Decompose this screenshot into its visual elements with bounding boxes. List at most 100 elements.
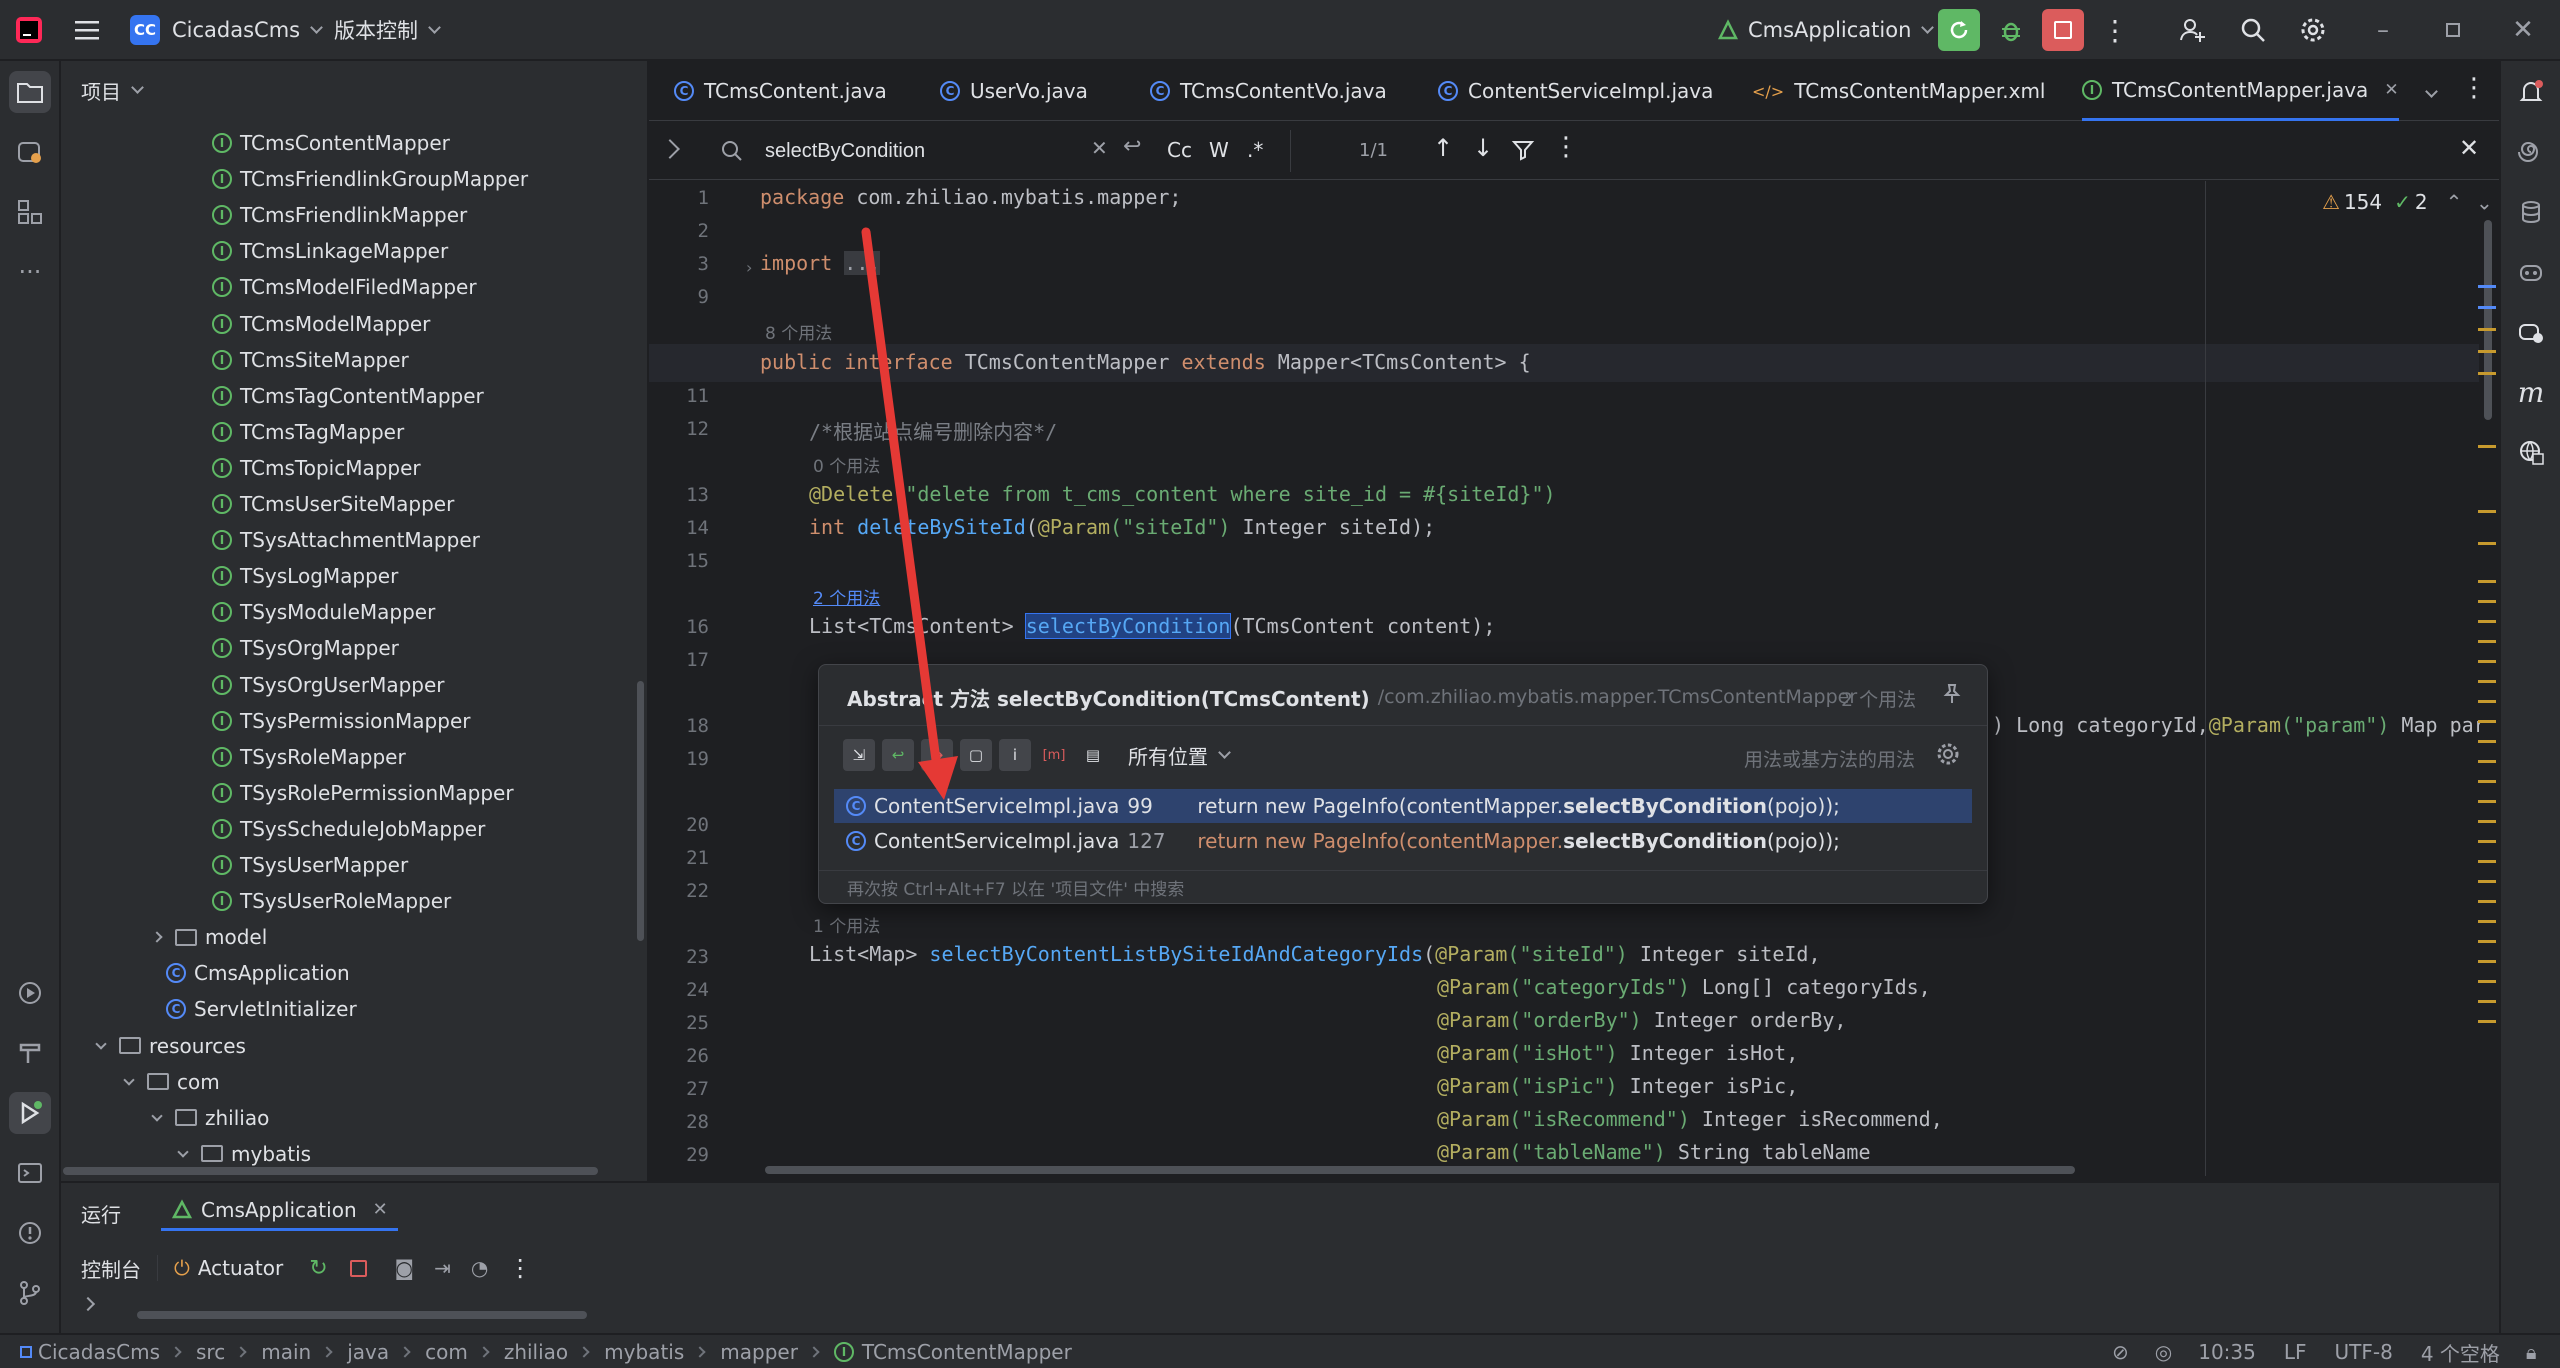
tabs-dropdown-button[interactable] (2419, 79, 2443, 103)
tabs-more-button[interactable]: ⋮ (2461, 73, 2487, 103)
breadcrumb-item[interactable]: CicadasCms (38, 1340, 160, 1364)
console-tab[interactable]: 控制台 (81, 1254, 141, 1283)
tree-item[interactable]: I TCmsUserSiteMapper (212, 486, 454, 522)
services-tool-button[interactable] (9, 972, 51, 1014)
error-stripe-marker[interactable] (2478, 510, 2496, 513)
previous-match-button[interactable]: ↑ (1433, 134, 1453, 162)
expand-replace-chevron-icon[interactable] (660, 139, 680, 159)
add-user-button[interactable] (2172, 9, 2214, 51)
main-menu-icon[interactable] (72, 0, 102, 60)
editor-tab[interactable]: </> TCmsContentMapper.xml (1752, 61, 2045, 121)
error-stripe-marker[interactable] (2478, 980, 2496, 983)
error-stripe-marker[interactable] (2478, 880, 2496, 883)
lock-icon[interactable]: 🔒︎ (2526, 1340, 2537, 1364)
tree-item[interactable]: C ServletInitializer (166, 991, 357, 1027)
tree-item[interactable]: I TSysRoleMapper (212, 739, 406, 775)
chevron-right-icon[interactable] (151, 931, 163, 943)
indent-setting[interactable]: 4 个空格 (2421, 1338, 2500, 1367)
git-tool-button[interactable] (9, 1272, 51, 1314)
exit-icon[interactable]: ⇥ (434, 1256, 451, 1280)
error-stripe-marker[interactable] (2478, 328, 2496, 331)
line-separator[interactable]: LF (2284, 1340, 2307, 1364)
tree-item[interactable]: I TSysScheduleJobMapper (212, 811, 485, 847)
error-stripe-marker[interactable] (2478, 285, 2496, 288)
error-stripe-marker[interactable] (2478, 1000, 2496, 1003)
tree-item[interactable]: I TSysPermissionMapper (212, 703, 470, 739)
clear-search-button[interactable]: ✕ (1091, 136, 1108, 160)
error-stripe-marker[interactable] (2478, 720, 2496, 723)
error-stripe-marker[interactable] (2478, 700, 2496, 703)
error-stripe-marker[interactable] (2478, 350, 2496, 353)
problems-tool-button[interactable] (9, 1212, 51, 1254)
scope-dropdown[interactable]: 所有位置 (1128, 741, 1231, 770)
tree-item[interactable]: zhiliao (151, 1100, 269, 1136)
database-button[interactable] (2510, 191, 2552, 233)
breadcrumb-item[interactable]: src (196, 1340, 225, 1364)
arrow-down-icon[interactable]: ⌃ (2476, 190, 2493, 214)
pin-icon[interactable] (1941, 683, 1963, 705)
group-by-directory-icon[interactable]: ▢ (960, 739, 992, 771)
gear-icon[interactable] (1935, 741, 1961, 767)
tree-item[interactable]: I TCmsModelFiledMapper (212, 269, 477, 305)
actuator-tab[interactable]: Actuator (198, 1256, 283, 1280)
tree-item[interactable]: I TSysOrgMapper (212, 630, 399, 666)
more-vertical-icon[interactable]: ⋮ (508, 1254, 532, 1282)
breadcrumb-item[interactable]: com (425, 1340, 468, 1364)
build-tool-button[interactable] (9, 1032, 51, 1074)
tree-item[interactable]: I TCmsFriendlinkMapper (212, 197, 467, 233)
maven-button[interactable]: m (2510, 371, 2552, 413)
rerun-button[interactable] (1938, 9, 1980, 51)
error-stripe-marker[interactable] (2478, 840, 2496, 843)
copilot-chat-button[interactable] (2510, 311, 2552, 353)
tree-item[interactable]: I TSysAttachmentMapper (212, 522, 480, 558)
arrow-up-icon[interactable]: ⌃ (2446, 190, 2463, 214)
more-actions-button[interactable]: ⋮ (2094, 9, 2136, 51)
usages-hint-delete[interactable]: 0 个用法 (813, 452, 880, 477)
method-icon[interactable]: [m] (1038, 739, 1070, 771)
error-stripe-marker[interactable] (2478, 580, 2496, 583)
search-everywhere-button[interactable] (2232, 9, 2274, 51)
tree-item[interactable]: I TSysLogMapper (212, 558, 398, 594)
tree-item[interactable]: I TCmsTagMapper (212, 414, 404, 450)
tree-item[interactable]: I TSysUserMapper (212, 847, 408, 883)
tree-scrollbar[interactable] (637, 681, 644, 941)
error-stripe-marker[interactable] (2478, 820, 2496, 823)
commit-tool-button[interactable] (9, 131, 51, 173)
structure-tool-button[interactable] (9, 191, 51, 233)
no-inspection-icon[interactable]: ⊘ (2112, 1340, 2129, 1364)
match-case-button[interactable]: Cc (1167, 138, 1192, 162)
editor-tab[interactable]: I TCmsContentMapper.java ✕ (2082, 61, 2399, 121)
error-stripe-marker[interactable] (2478, 860, 2496, 863)
usage-row[interactable]: C ContentServiceImpl.java 99 return new Pag… (834, 789, 1972, 823)
tree-item[interactable]: I TCmsSiteMapper (212, 342, 409, 378)
project-switcher[interactable]: CC CicadasCms (130, 0, 323, 60)
error-stripe-marker[interactable] (2478, 445, 2496, 448)
copilot-button[interactable] (2510, 251, 2552, 293)
run-tab-cmsapplication[interactable]: CmsApplication ✕ (161, 1191, 398, 1231)
tree-item[interactable]: I TCmsTopicMapper (212, 450, 421, 486)
error-stripe-marker[interactable] (2478, 760, 2496, 763)
tree-item[interactable]: I TCmsFriendlinkGroupMapper (212, 161, 528, 197)
tree-item[interactable]: I TCmsContentMapper (212, 125, 450, 161)
filter-icon[interactable] (1511, 138, 1535, 162)
whole-word-button[interactable]: W (1209, 138, 1229, 162)
error-stripe-marker[interactable] (2478, 306, 2496, 309)
error-stripe-marker[interactable] (2478, 960, 2496, 963)
editor-tab[interactable]: C TCmsContentVo.java (1150, 61, 1387, 121)
chevron-down-icon[interactable] (123, 1073, 135, 1086)
breadcrumb-item[interactable]: TCmsContentMapper (862, 1340, 1072, 1364)
editor-tab[interactable]: C UserVo.java (940, 61, 1088, 121)
tree-item[interactable]: I TCmsLinkageMapper (212, 233, 448, 269)
error-stripe-marker[interactable] (2478, 800, 2496, 803)
minimize-button[interactable]: – (2362, 9, 2404, 51)
breadcrumb-item[interactable]: main (261, 1340, 311, 1364)
breadcrumb-item[interactable]: mybatis (604, 1340, 684, 1364)
editor-tab[interactable]: C TCmsContent.java (674, 61, 887, 121)
error-stripe-marker[interactable] (2478, 920, 2496, 923)
tree-item[interactable]: com (123, 1064, 220, 1100)
vcs-menu[interactable]: 版本控制 (334, 0, 441, 60)
restore-button[interactable] (2432, 9, 2474, 51)
app-logo-icon[interactable] (14, 0, 44, 60)
tree-item[interactable]: I TSysModuleMapper (212, 594, 435, 630)
run-tool-button[interactable] (9, 1092, 51, 1134)
